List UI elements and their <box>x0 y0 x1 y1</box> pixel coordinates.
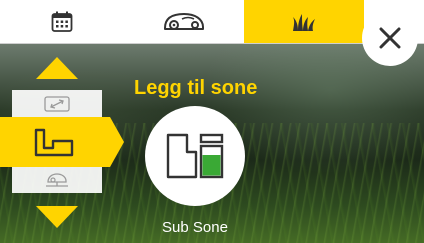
tab-bar-divider <box>0 43 424 44</box>
close-button[interactable] <box>362 10 418 66</box>
sub-zone-icon <box>166 133 224 179</box>
calendar-icon <box>51 11 73 32</box>
mower-on-wire-icon <box>46 172 68 187</box>
background: Legg til sone Sub Sone <box>0 0 424 243</box>
mower-icon <box>164 13 204 30</box>
arrow-up-icon[interactable] <box>36 57 78 79</box>
tab-mower[interactable] <box>124 0 244 44</box>
zone-label: Sub Sone <box>162 219 228 236</box>
sub-zone-button[interactable] <box>145 106 245 206</box>
selector-item-wire[interactable] <box>12 166 102 193</box>
tab-garden[interactable] <box>244 0 364 44</box>
selector-item-zone-shape[interactable] <box>0 117 124 167</box>
tab-calendar[interactable] <box>0 0 124 44</box>
tab-bar <box>0 0 424 44</box>
resize-zone-icon <box>44 95 70 112</box>
grass-icon <box>293 14 315 31</box>
selector-item-resize[interactable] <box>12 90 102 117</box>
page-title: Legg til sone <box>134 77 258 99</box>
arrow-down-icon[interactable] <box>36 206 78 228</box>
close-icon <box>379 27 401 49</box>
